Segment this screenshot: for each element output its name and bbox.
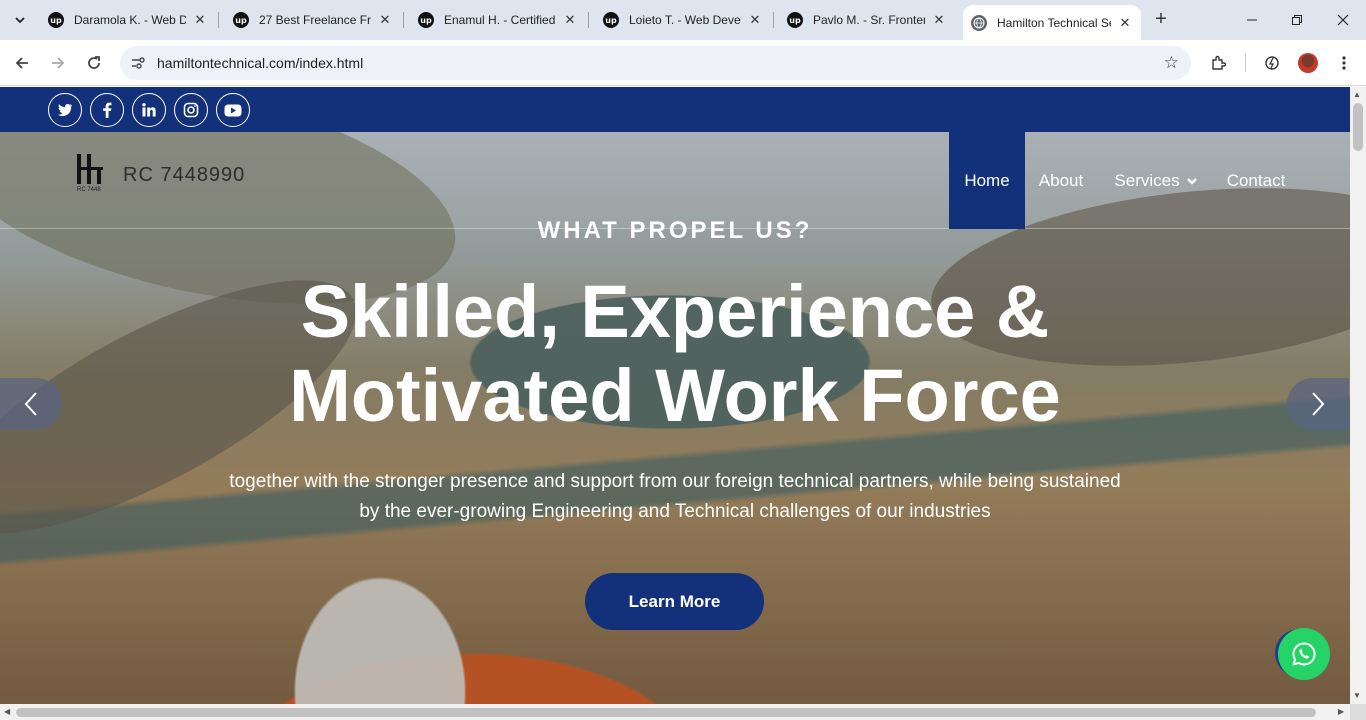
browser-tab[interactable]: up 27 Best Freelance Fro ✕	[225, 6, 401, 34]
nav-services[interactable]: Services	[1106, 132, 1206, 229]
browser-tab[interactable]: up Enamul H. - Certified ✕	[410, 6, 586, 34]
new-tab-button[interactable]: +	[1151, 9, 1171, 29]
performance-icon[interactable]	[1260, 51, 1284, 75]
slider-next-button[interactable]	[1287, 378, 1349, 430]
whatsapp-icon	[1292, 642, 1316, 666]
browser-tab[interactable]: up Loieto T. - Web Devel ✕	[595, 6, 771, 34]
close-window-icon[interactable]	[1331, 8, 1355, 32]
forward-arrow-icon[interactable]	[46, 51, 70, 75]
learn-more-button[interactable]: Learn More	[585, 573, 764, 630]
close-tab-icon[interactable]: ✕	[931, 12, 947, 28]
nav-services-label: Services	[1114, 170, 1180, 190]
url-text[interactable]: hamiltontechnical.com/index.html	[157, 55, 363, 71]
browser-toolbar: hamiltontechnical.com/index.html ☆	[0, 40, 1366, 86]
browser-tab-active[interactable]: Hamilton Technical Se ✕	[963, 5, 1141, 40]
menu-kebab-icon[interactable]	[1332, 51, 1356, 75]
site-header: RC 7448 RC 7448990 Home About Services C…	[0, 132, 1350, 229]
hero-title: Skilled, Experience & Motivated Work For…	[200, 270, 1150, 438]
close-tab-icon[interactable]: ✕	[1117, 15, 1133, 31]
profile-avatar[interactable]	[1298, 53, 1318, 73]
nav-contact-label: Contact	[1226, 170, 1286, 190]
extensions-icon[interactable]	[1206, 51, 1230, 75]
site-settings-icon[interactable]	[130, 55, 146, 71]
tab-search-button[interactable]	[8, 8, 32, 32]
chevron-down-icon	[15, 17, 25, 24]
minimize-icon[interactable]	[1240, 8, 1264, 32]
reload-icon[interactable]	[82, 51, 106, 75]
social-top-bar	[0, 87, 1350, 132]
hero-subtitle: together with the stronger presence and …	[229, 471, 1121, 522]
close-tab-icon[interactable]: ✕	[747, 12, 763, 28]
youtube-icon[interactable]	[216, 93, 250, 127]
nav-contact[interactable]: Contact	[1218, 132, 1294, 229]
restore-icon[interactable]	[1285, 8, 1309, 32]
upwork-icon: up	[418, 12, 434, 28]
nav-about-label: About	[1038, 170, 1084, 190]
upwork-icon: up	[48, 12, 64, 28]
instagram-icon[interactable]	[174, 93, 208, 127]
vertical-scrollbar[interactable]: ▲ ▼	[1350, 87, 1366, 704]
close-tab-icon[interactable]: ✕	[377, 12, 393, 28]
logo-subtext: RC 7448	[77, 187, 101, 193]
registration-number: RC 7448990	[123, 164, 246, 186]
chevron-right-icon	[1312, 392, 1325, 416]
close-tab-icon[interactable]: ✕	[192, 12, 208, 28]
nav-home[interactable]: Home	[949, 132, 1025, 229]
vertical-scroll-thumb[interactable]	[1353, 103, 1363, 151]
whatsapp-chat-button[interactable]	[1278, 628, 1330, 680]
twitter-icon[interactable]	[48, 93, 82, 127]
address-bar[interactable]: hamiltontechnical.com/index.html ☆	[120, 46, 1191, 80]
slider-prev-button[interactable]	[0, 378, 62, 430]
chevron-left-icon	[24, 392, 37, 416]
chevron-down-icon	[1186, 177, 1197, 185]
back-arrow-icon[interactable]	[10, 51, 34, 75]
upwork-icon: up	[233, 12, 249, 28]
hero-title-line-1: Skilled, Experience &	[300, 270, 1050, 353]
linkedin-icon[interactable]	[132, 93, 166, 127]
nav-about[interactable]: About	[1030, 132, 1092, 229]
upwork-icon: up	[603, 12, 619, 28]
globe-icon	[971, 14, 987, 31]
close-tab-icon[interactable]: ✕	[562, 12, 578, 28]
upwork-icon: up	[787, 12, 803, 28]
browser-tab[interactable]: up Daramola K. - Web De ✕	[40, 6, 216, 34]
page-viewport: RC 7448 RC 7448990 Home About Services C…	[0, 87, 1350, 704]
horizontal-scrollbar[interactable]: ◀ ▶	[0, 704, 1350, 720]
browser-tab[interactable]: up Pavlo M. - Sr. Fronten ✕	[779, 6, 955, 34]
bookmark-star-icon[interactable]: ☆	[1164, 53, 1179, 73]
browser-tab-strip: up Daramola K. - Web De ✕ up 27 Best Fre…	[0, 0, 1366, 40]
facebook-icon[interactable]	[90, 93, 124, 127]
nav-home-label: Home	[964, 170, 1010, 190]
hero-eyebrow: WHAT PROPEL US?	[537, 217, 813, 244]
hero-title-line-2: Motivated Work Force	[289, 354, 1061, 437]
horizontal-scroll-thumb[interactable]	[16, 708, 1316, 717]
